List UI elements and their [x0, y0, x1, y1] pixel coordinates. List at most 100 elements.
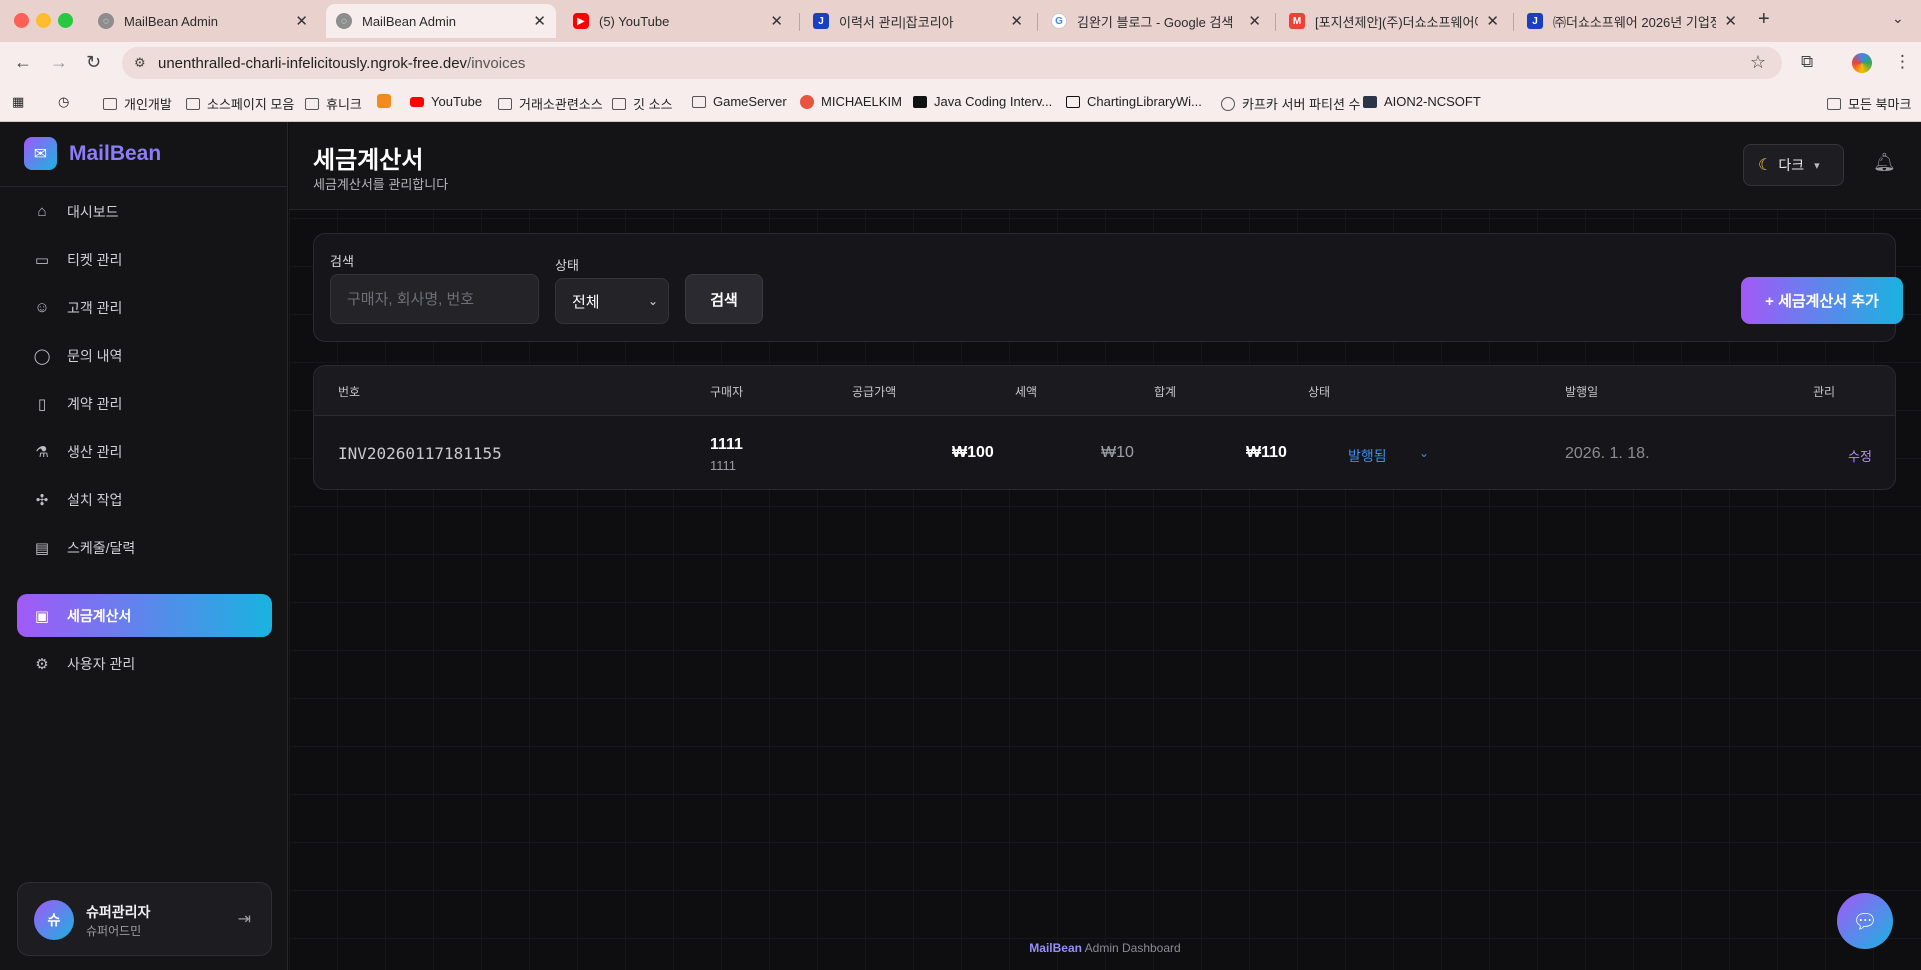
address-bar[interactable]: ⚙ unenthralled-charli-infelicitously.ngr… — [122, 47, 1782, 79]
column-header: 관리 — [1813, 385, 1836, 399]
column-header: 구매자 — [710, 385, 744, 399]
site-info-icon[interactable]: ⚙ — [134, 55, 150, 71]
menu-kebab-icon[interactable]: ⋮ — [1894, 52, 1911, 72]
bookmarks-bar: ▦ ◷ 개인개발 소스페이지 모음 휴니크 YouTube 거래소관련소스 깃 … — [0, 84, 1921, 122]
close-icon[interactable]: ✕ — [1486, 12, 1499, 30]
reload-icon[interactable]: ↻ — [86, 52, 101, 73]
logout-icon[interactable]: ⇥ — [238, 909, 251, 929]
folder-icon — [305, 97, 319, 110]
close-icon[interactable]: ✕ — [1248, 12, 1261, 30]
bookmark-item[interactable]: MICHAELKIM — [800, 94, 902, 109]
close-icon[interactable]: ✕ — [1010, 12, 1023, 30]
tab-separator — [1513, 13, 1514, 31]
browser-tab[interactable]: ◌ MailBean Admin ✕ — [88, 4, 318, 38]
close-window-button[interactable] — [14, 13, 29, 28]
bookmark-item[interactable]: 카프카 서버 파티션 수 — [1221, 94, 1360, 113]
bookmark-item[interactable]: AION2-NCSOFT — [1363, 94, 1481, 109]
apps-grid-icon[interactable]: ▦ — [12, 94, 24, 110]
youtube-icon: ▶ — [573, 13, 589, 29]
divider — [0, 186, 288, 187]
bell-icon[interactable]: 🔔︎ — [1873, 152, 1896, 173]
site-icon — [1363, 95, 1377, 108]
jobkorea-icon: J — [1527, 13, 1543, 29]
sidebar-item-installation[interactable]: ✣ 설치 작업 — [17, 478, 272, 521]
ticket-icon: ▭ — [34, 251, 50, 269]
sidebar-item-invoices[interactable]: ▣ 세금계산서 — [17, 594, 272, 637]
close-icon[interactable]: ✕ — [1724, 12, 1737, 30]
footer: MailBean Admin Dashboard — [289, 941, 1921, 955]
sidebar-item-customers[interactable]: ☺ 고객 관리 — [17, 286, 272, 329]
medium-icon — [913, 95, 927, 108]
chat-icon: 💬︎ — [1852, 910, 1878, 933]
brand-logo[interactable]: ✉ MailBean — [24, 137, 161, 170]
tab-search-chevron-icon[interactable]: ⌄ — [1892, 10, 1904, 27]
bookmark-folder[interactable]: GameServer — [692, 94, 787, 109]
close-icon[interactable]: ✕ — [295, 12, 308, 30]
issue-date: 2026. 1. 18. — [1565, 445, 1650, 462]
status-label: 상태 — [555, 258, 579, 273]
tradingview-icon — [1066, 95, 1080, 108]
main-content: 세금계산서 세금계산서를 관리합니다 ☾ 다크 ▾ 🔔︎ 검색 상태 전체 ⌄ … — [289, 122, 1921, 970]
invoice-table: 번호 구매자 공급가액 세액 합계 상태 발행일 관리 INV202601171… — [313, 365, 1896, 490]
edit-button[interactable]: 수정 — [1848, 446, 1872, 465]
search-input[interactable] — [330, 274, 539, 324]
all-bookmarks-folder[interactable]: 모든 북마크 — [1827, 94, 1911, 113]
bookmark-item[interactable]: Java Coding Interv... — [913, 94, 1052, 109]
status-select[interactable]: 전체 ⌄ — [555, 278, 669, 324]
close-icon[interactable]: ✕ — [770, 12, 783, 30]
folder-icon — [186, 97, 200, 110]
add-invoice-button[interactable]: + 세금계산서 추가 — [1741, 277, 1903, 324]
browser-tab-active[interactable]: ◌ MailBean Admin ✕ — [326, 4, 556, 38]
browser-tab[interactable]: J ㈜더쇼소프웨어 2026년 기업정보 ✕ — [1517, 4, 1747, 38]
browser-chrome: ◌ MailBean Admin ✕ ◌ MailBean Admin ✕ ▶ … — [0, 0, 1921, 122]
buyer-company: 1111 — [710, 458, 737, 473]
sidebar-item-dashboard[interactable]: ⌂ 대시보드 — [17, 190, 272, 233]
history-icon[interactable]: ◷ — [58, 94, 69, 110]
sidebar-item-schedule[interactable]: ▤ 스케줄/달력 — [17, 526, 272, 569]
chat-icon: ◯ — [33, 347, 51, 365]
new-tab-icon[interactable]: + — [1758, 8, 1770, 31]
extensions-icon[interactable]: ⧉ — [1801, 52, 1813, 72]
search-button[interactable]: 검색 — [685, 274, 763, 324]
folder-icon — [103, 97, 117, 110]
app: ✉ MailBean ⌂ 대시보드 ▭ 티켓 관리 ☺ 고객 관리 ◯ 문의 내역 ▯ 계… — [0, 122, 1921, 970]
puzzle-icon: ✣ — [35, 491, 49, 509]
folder-icon — [498, 97, 512, 110]
cube-icon — [377, 94, 391, 108]
forward-arrow-icon[interactable]: → — [50, 52, 68, 73]
bookmark-item[interactable]: ChartingLibraryWi... — [1066, 94, 1202, 109]
bookmark-folder[interactable]: 휴니크 — [305, 94, 362, 113]
moon-icon: ☾ — [1758, 157, 1773, 174]
status-select[interactable]: 발행됨 — [1348, 446, 1387, 466]
sidebar-item-production[interactable]: ⚗ 생산 관리 — [17, 430, 272, 473]
close-icon[interactable]: ✕ — [533, 12, 546, 30]
sidebar-item-contracts[interactable]: ▯ 계약 관리 — [17, 382, 272, 425]
bookmark-folder[interactable]: 깃 소스 — [612, 94, 673, 113]
profile-avatar-icon[interactable] — [1852, 53, 1872, 73]
chevron-down-icon[interactable]: ⌄ — [1419, 446, 1429, 460]
tab-strip: ◌ MailBean Admin ✕ ◌ MailBean Admin ✕ ▶ … — [0, 0, 1921, 42]
bookmark-star-icon[interactable]: ☆ — [1750, 52, 1766, 73]
bookmark-item[interactable] — [377, 94, 391, 108]
maximize-window-button[interactable] — [58, 13, 73, 28]
back-arrow-icon[interactable]: ← — [14, 52, 32, 73]
minimize-window-button[interactable] — [36, 13, 51, 28]
sidebar-item-users[interactable]: ⚙ 사용자 관리 — [17, 642, 272, 685]
jobkorea-icon: J — [813, 13, 829, 29]
browser-tab[interactable]: G 김완기 블로그 - Google 검색 ✕ — [1041, 4, 1271, 38]
page-header: 세금계산서 세금계산서를 관리합니다 ☾ 다크 ▾ 🔔︎ — [289, 122, 1921, 210]
youtube-icon — [410, 96, 424, 107]
document-icon: ▯ — [37, 395, 47, 413]
theme-dropdown[interactable]: ☾ 다크 ▾ — [1743, 144, 1844, 186]
sidebar-item-tickets[interactable]: ▭ 티켓 관리 — [17, 238, 272, 281]
sidebar-item-inquiries[interactable]: ◯ 문의 내역 — [17, 334, 272, 377]
bookmark-folder[interactable]: 개인개발 — [103, 94, 172, 113]
browser-tab[interactable]: J 이력서 관리|잡코리아 ✕ — [803, 4, 1033, 38]
users-icon: ☺ — [34, 299, 50, 316]
bookmark-folder[interactable]: 거래소관련소스 — [498, 94, 603, 113]
bookmark-item[interactable]: YouTube — [410, 94, 482, 109]
browser-tab[interactable]: M [포지션제안](주)더쇼소프웨어에서 포 ✕ — [1279, 4, 1509, 38]
browser-tab[interactable]: ▶ (5) YouTube ✕ — [563, 4, 793, 38]
bookmark-folder[interactable]: 소스페이지 모음 — [186, 94, 294, 113]
chat-support-button[interactable]: 💬︎ — [1837, 893, 1893, 949]
